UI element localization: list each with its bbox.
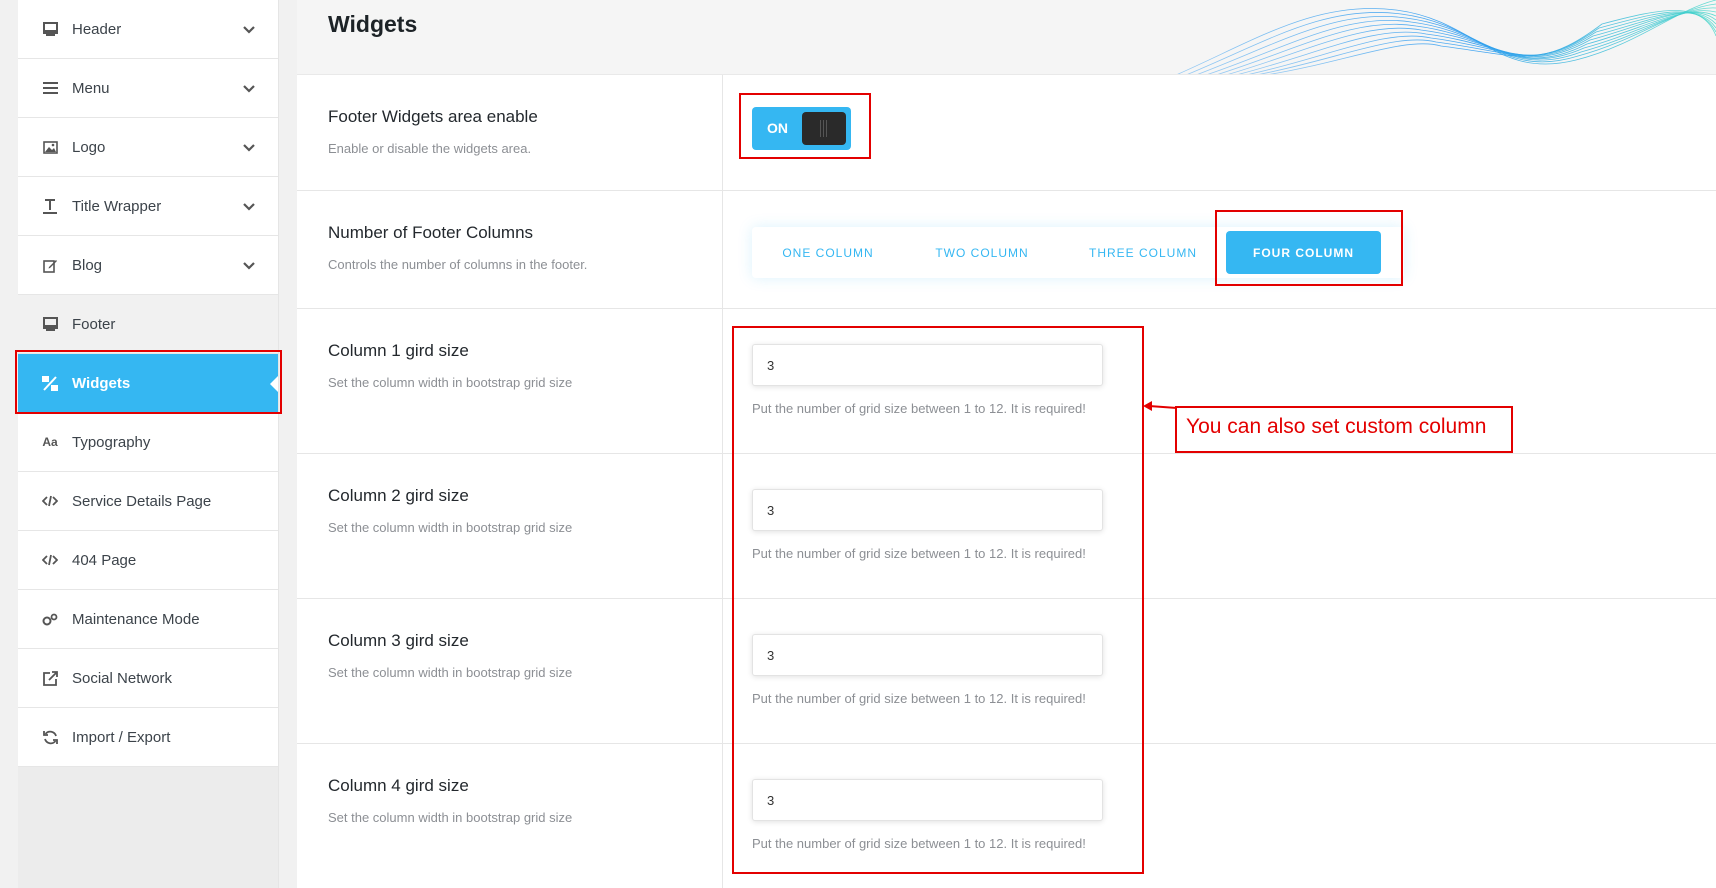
option-control-cell: ONE COLUMN TWO COLUMN THREE COLUMN FOUR … (723, 191, 1716, 308)
toggle-knob[interactable] (802, 112, 846, 145)
sidebar-item-maintenance-mode[interactable]: Maintenance Mode (18, 590, 278, 649)
option-row-footer-widgets: Footer Widgets area enable Enable or dis… (297, 75, 1716, 191)
two-column-button[interactable]: TWO COLUMN (904, 231, 1060, 274)
column-2-size-input[interactable] (752, 489, 1103, 531)
toggle-on-label: ON (767, 120, 788, 136)
option-description: Set the column width in bootstrap grid s… (328, 665, 573, 680)
image-icon (42, 139, 58, 155)
option-title: Column 4 gird size (328, 776, 469, 795)
option-label-cell: Column 2 gird size Set the column width … (297, 454, 723, 598)
option-label-cell: Column 4 gird size Set the column width … (297, 744, 723, 888)
sidebar-item-widgets[interactable]: Widgets (18, 354, 278, 413)
chevron-down-icon (243, 203, 255, 211)
option-label-cell: Footer Widgets area enable Enable or dis… (297, 75, 723, 190)
input-hint: Put the number of grid size between 1 to… (752, 401, 1086, 416)
header-wave-decoration (1177, 0, 1716, 74)
input-hint: Put the number of grid size between 1 to… (752, 546, 1086, 561)
option-title: Column 3 gird size (328, 631, 469, 650)
sidebar-item-label: Widgets (72, 375, 131, 392)
chevron-down-icon (243, 144, 255, 152)
option-title: Footer Widgets area enable (328, 107, 538, 126)
column-count-selector: ONE COLUMN TWO COLUMN THREE COLUMN FOUR … (752, 227, 1404, 278)
sidebar-item-label: Header (72, 20, 122, 38)
monitor-icon (42, 21, 58, 37)
option-row-column-4: Column 4 gird size Set the column width … (297, 744, 1716, 888)
sidebar-empty-area (18, 767, 278, 888)
chevron-down-icon (243, 85, 255, 93)
chevron-down-icon (243, 262, 255, 270)
edit-icon (42, 257, 58, 273)
three-column-button[interactable]: THREE COLUMN (1060, 231, 1226, 274)
sidebar-item-header[interactable]: Header (18, 0, 278, 59)
option-label-cell: Column 1 gird size Set the column width … (297, 309, 723, 453)
sidebar-item-title-wrapper[interactable]: Title Wrapper (18, 177, 278, 236)
option-row-footer-columns: Number of Footer Columns Controls the nu… (297, 191, 1716, 309)
option-title: Column 2 gird size (328, 486, 469, 505)
option-description: Set the column width in bootstrap grid s… (328, 520, 573, 535)
sidebar-item-service-details-page[interactable]: Service Details Page (18, 472, 278, 531)
option-control-cell: ON (723, 75, 1716, 190)
sidebar-item-label: Social Network (72, 669, 173, 687)
sidebar-item-typography[interactable]: Aa Typography (18, 413, 278, 472)
sidebar-item-label: Footer (72, 315, 116, 333)
sidebar-item-social-network[interactable]: Social Network (18, 649, 278, 708)
input-hint: Put the number of grid size between 1 to… (752, 691, 1086, 706)
sidebar-item-footer[interactable]: Footer (18, 295, 278, 354)
percent-icon (42, 376, 58, 392)
option-description: Set the column width in bootstrap grid s… (328, 375, 573, 390)
option-description: Enable or disable the widgets area. (328, 141, 532, 156)
code-icon (42, 552, 58, 568)
input-hint: Put the number of grid size between 1 to… (752, 836, 1086, 851)
monitor-icon (42, 316, 58, 332)
option-control-cell: Put the number of grid size between 1 to… (723, 744, 1716, 888)
sidebar-item-menu[interactable]: Menu (18, 59, 278, 118)
option-row-column-3: Column 3 gird size Set the column width … (297, 599, 1716, 744)
option-title: Column 1 gird size (328, 341, 469, 360)
option-description: Set the column width in bootstrap grid s… (328, 810, 573, 825)
option-title: Number of Footer Columns (328, 223, 534, 242)
option-label-cell: Column 3 gird size Set the column width … (297, 599, 723, 743)
option-row-column-2: Column 2 gird size Set the column width … (297, 454, 1716, 599)
sidebar-item-label: Title Wrapper (72, 197, 162, 215)
refresh-icon (42, 729, 58, 745)
share-icon (42, 670, 58, 686)
gears-icon (42, 611, 58, 627)
sidebar-item-label: Import / Export (72, 728, 171, 746)
page-title: Widgets (328, 11, 418, 37)
settings-sidebar: Header Menu Logo Title Wrapper Blog Foot… (18, 0, 279, 888)
column-4-size-input[interactable] (752, 779, 1103, 821)
sidebar-item-label: Blog (72, 256, 103, 274)
four-column-button[interactable]: FOUR COLUMN (1226, 231, 1381, 274)
chevron-down-icon (243, 26, 255, 34)
sidebar-item-import-export[interactable]: Import / Export (18, 708, 278, 767)
footer-widgets-toggle[interactable]: ON (752, 107, 851, 150)
sidebar-item-404-page[interactable]: 404 Page (18, 531, 278, 590)
annotation-note: You can also set custom column (1175, 406, 1513, 453)
option-control-cell: Put the number of grid size between 1 to… (723, 454, 1716, 598)
column-1-size-input[interactable] (752, 344, 1103, 386)
sidebar-item-label: Menu (72, 79, 110, 97)
panel-header: Widgets (297, 0, 1716, 75)
typography-icon: Aa (42, 435, 58, 449)
sidebar-item-label: Typography (72, 433, 151, 451)
option-label-cell: Number of Footer Columns Controls the nu… (297, 191, 723, 308)
text-cursor-icon (42, 198, 58, 214)
menu-lines-icon (42, 80, 58, 96)
sidebar-item-logo[interactable]: Logo (18, 118, 278, 177)
sidebar-item-label: Logo (72, 138, 106, 156)
one-column-button[interactable]: ONE COLUMN (752, 231, 904, 274)
sidebar-item-label: Maintenance Mode (72, 610, 200, 628)
option-description: Controls the number of columns in the fo… (328, 257, 588, 272)
active-caret (270, 375, 278, 392)
sidebar-menu: Header Menu Logo Title Wrapper Blog Foot… (18, 0, 278, 767)
option-control-cell: Put the number of grid size between 1 to… (723, 599, 1716, 743)
sidebar-item-label: 404 Page (72, 551, 137, 569)
code-icon (42, 493, 58, 509)
sidebar-item-label: Service Details Page (72, 492, 212, 510)
sidebar-item-blog[interactable]: Blog (18, 236, 278, 295)
column-3-size-input[interactable] (752, 634, 1103, 676)
